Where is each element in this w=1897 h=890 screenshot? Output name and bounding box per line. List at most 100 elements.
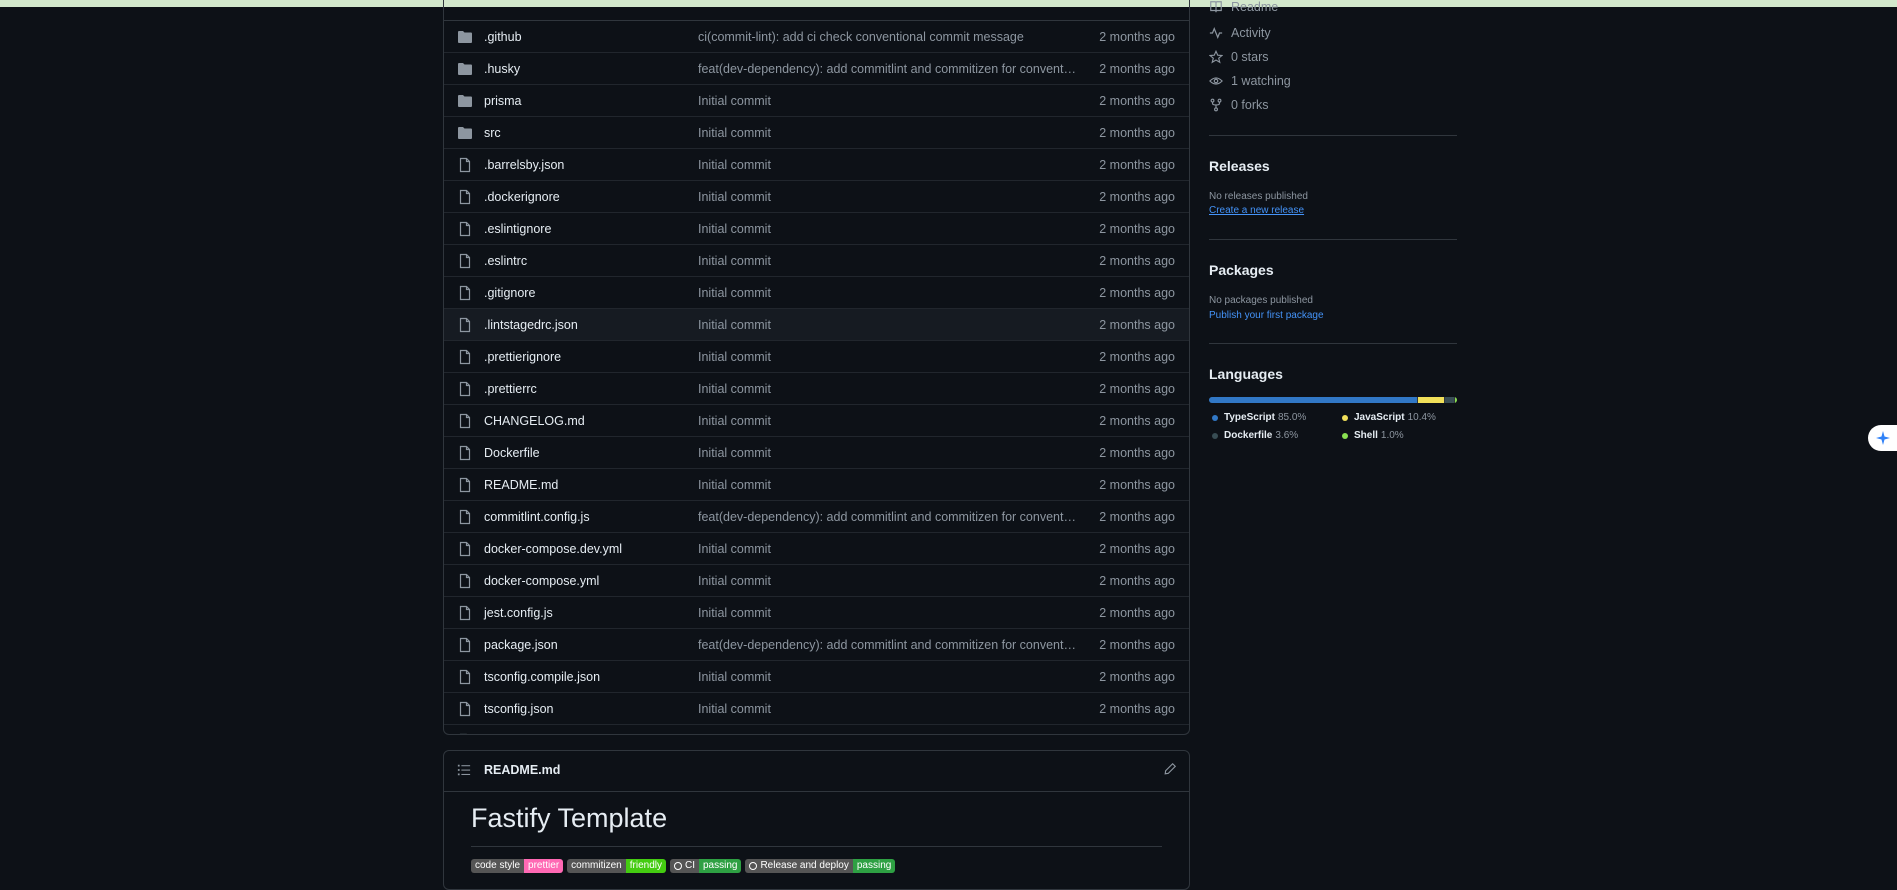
- commit-message-link[interactable]: Initial commit: [698, 94, 1078, 108]
- commit-message-link[interactable]: Initial commit: [698, 190, 1078, 204]
- sidebar-stars[interactable]: 0 stars: [1209, 50, 1269, 64]
- commit-message-link[interactable]: feat(dev-dependency): add commitlint and…: [698, 510, 1078, 524]
- readme-header: README.md: [444, 751, 1189, 792]
- badge-label-text: code style: [475, 860, 521, 871]
- file-name-link[interactable]: .prettierrc: [484, 382, 537, 396]
- commit-message-link[interactable]: feat(dev-dependency): add commitlint and…: [698, 734, 1078, 735]
- file-row[interactable]: .barrelsby.json Initial commit 2 months ag…: [444, 149, 1189, 181]
- file-name-link[interactable]: .eslintignore: [484, 222, 551, 236]
- language-item[interactable]: Dockerfile 3.6%: [1212, 430, 1298, 441]
- file-name-link[interactable]: .husky: [484, 62, 520, 76]
- create-release-link[interactable]: Create a new release: [1209, 205, 1304, 216]
- file-name-link[interactable]: commitlint.config.js: [484, 510, 590, 524]
- file-row[interactable]: src Initial commit 2 months ago: [444, 117, 1189, 149]
- sidebar-forks[interactable]: 0 forks: [1209, 98, 1269, 112]
- commit-message-link[interactable]: Initial commit: [698, 222, 1078, 236]
- file-name-link[interactable]: .eslintrc: [484, 254, 527, 268]
- file-name-link[interactable]: jest.config.js: [484, 606, 553, 620]
- commit-message-link[interactable]: feat(dev-dependency): add commitlint and…: [698, 638, 1078, 652]
- file-name-link[interactable]: .lintstagedrc.json: [484, 318, 578, 332]
- file-row[interactable]: docker-compose.dev.yml Initial commit 2 mo…: [444, 533, 1189, 565]
- file-name-link[interactable]: tsconfig.compile.json: [484, 670, 600, 684]
- file-row[interactable]: README.md Initial commit 2 months ago: [444, 469, 1189, 501]
- commit-message-link[interactable]: Initial commit: [698, 286, 1078, 300]
- sidebar-readme-label: Readme: [1231, 0, 1279, 14]
- file-name-link[interactable]: .barrelsby.json: [484, 158, 564, 172]
- releases-title[interactable]: Releases: [1209, 158, 1270, 174]
- commit-message-link[interactable]: Initial commit: [698, 158, 1078, 172]
- file-list-top-edge: [444, 0, 1189, 21]
- star-icon: [1209, 50, 1223, 64]
- language-item[interactable]: Shell 1.0%: [1342, 430, 1404, 441]
- file-icon: [457, 605, 473, 621]
- readme-badge[interactable]: commitizen friendly: [567, 859, 666, 873]
- file-row[interactable]: .lintstagedrc.json Initial commit 2 months…: [444, 309, 1189, 341]
- file-row[interactable]: docker-compose.yml Initial commit 2 months…: [444, 565, 1189, 597]
- file-name-link[interactable]: src: [484, 126, 501, 140]
- file-row[interactable]: .prettierrc Initial commit 2 months ago: [444, 373, 1189, 405]
- file-row[interactable]: .eslintrc Initial commit 2 months ago: [444, 245, 1189, 277]
- file-name-link[interactable]: prisma: [484, 94, 522, 108]
- file-name-link[interactable]: README.md: [484, 478, 558, 492]
- file-row[interactable]: jest.config.js Initial commit 2 months ago: [444, 597, 1189, 629]
- commit-message-link[interactable]: Initial commit: [698, 542, 1078, 556]
- file-name-link[interactable]: .dockerignore: [484, 190, 560, 204]
- file-icon: [457, 253, 473, 269]
- file-name-link[interactable]: docker-compose.yml: [484, 574, 599, 588]
- file-icon: [457, 509, 473, 525]
- commit-message-link[interactable]: Initial commit: [698, 382, 1078, 396]
- file-row[interactable]: CHANGELOG.md Initial commit 2 months ago: [444, 405, 1189, 437]
- file-row[interactable]: .eslintignore Initial commit 2 months ago: [444, 213, 1189, 245]
- readme-badge[interactable]: Release and deploy passing: [745, 859, 896, 873]
- language-item[interactable]: TypeScript 85.0%: [1212, 412, 1306, 423]
- publish-package-link[interactable]: Publish your first package: [1209, 310, 1324, 321]
- commit-message-link[interactable]: Initial commit: [698, 606, 1078, 620]
- badge-value: passing: [698, 859, 742, 873]
- file-name-link[interactable]: .prettierignore: [484, 350, 561, 364]
- file-name-link[interactable]: yarn.lock: [484, 734, 534, 735]
- file-row[interactable]: .husky feat(dev-dependency): add commitli…: [444, 53, 1189, 85]
- commit-message-link[interactable]: Initial commit: [698, 414, 1078, 428]
- file-name-link[interactable]: package.json: [484, 638, 558, 652]
- outline-list-icon[interactable]: [457, 763, 471, 782]
- commit-message-link[interactable]: Initial commit: [698, 574, 1078, 588]
- packages-title[interactable]: Packages: [1209, 262, 1274, 278]
- pencil-icon[interactable]: [1163, 762, 1177, 781]
- commit-message-link[interactable]: feat(dev-dependency): add commitlint and…: [698, 62, 1078, 76]
- sidebar-activity[interactable]: Activity: [1209, 26, 1271, 40]
- readme-badge[interactable]: code style prettier: [471, 859, 564, 873]
- file-row[interactable]: .dockerignore Initial commit 2 months ago: [444, 181, 1189, 213]
- file-row[interactable]: commitlint.config.js feat(dev-dependency)…: [444, 501, 1189, 533]
- commit-message-link[interactable]: Initial commit: [698, 478, 1078, 492]
- commit-message-link[interactable]: Initial commit: [698, 126, 1078, 140]
- file-name-link[interactable]: Dockerfile: [484, 446, 540, 460]
- commit-message-link[interactable]: Initial commit: [698, 702, 1078, 716]
- file-row[interactable]: tsconfig.json Initial commit 2 months ago: [444, 693, 1189, 725]
- commit-message-link[interactable]: Initial commit: [698, 318, 1078, 332]
- file-row[interactable]: prisma Initial commit 2 months ago: [444, 85, 1189, 117]
- floating-assistant-button[interactable]: [1868, 425, 1897, 451]
- file-row[interactable]: .prettierignore Initial commit 2 months ag…: [444, 341, 1189, 373]
- commit-message-link[interactable]: Initial commit: [698, 350, 1078, 364]
- file-row[interactable]: Dockerfile Initial commit 2 months ago: [444, 437, 1189, 469]
- commit-message-link[interactable]: ci(commit-lint): add ci check convention…: [698, 30, 1078, 44]
- sidebar-readme[interactable]: Readme: [1209, 0, 1278, 14]
- commit-message-link[interactable]: Initial commit: [698, 446, 1078, 460]
- file-name-link[interactable]: docker-compose.dev.yml: [484, 542, 622, 556]
- file-icon: [457, 285, 473, 301]
- file-row[interactable]: .github ci(commit-lint): add ci check con…: [444, 21, 1189, 53]
- file-name-link[interactable]: .github: [484, 30, 522, 44]
- file-name-link[interactable]: CHANGELOG.md: [484, 414, 585, 428]
- file-row[interactable]: yarn.lock feat(dev-dependency): add commi…: [444, 725, 1189, 735]
- file-row[interactable]: package.json feat(dev-dependency): add co…: [444, 629, 1189, 661]
- file-name-link[interactable]: .gitignore: [484, 286, 535, 300]
- file-row[interactable]: .gitignore Initial commit 2 months ago: [444, 277, 1189, 309]
- language-item[interactable]: JavaScript 10.4%: [1342, 412, 1436, 423]
- readme-filename[interactable]: README.md: [484, 763, 560, 777]
- file-row[interactable]: tsconfig.compile.json Initial commit 2 mon…: [444, 661, 1189, 693]
- commit-message-link[interactable]: Initial commit: [698, 670, 1078, 684]
- readme-badge[interactable]: CI passing: [669, 859, 742, 873]
- file-name-link[interactable]: tsconfig.json: [484, 702, 553, 716]
- commit-message-link[interactable]: Initial commit: [698, 254, 1078, 268]
- sidebar-watching[interactable]: 1 watching: [1209, 74, 1291, 88]
